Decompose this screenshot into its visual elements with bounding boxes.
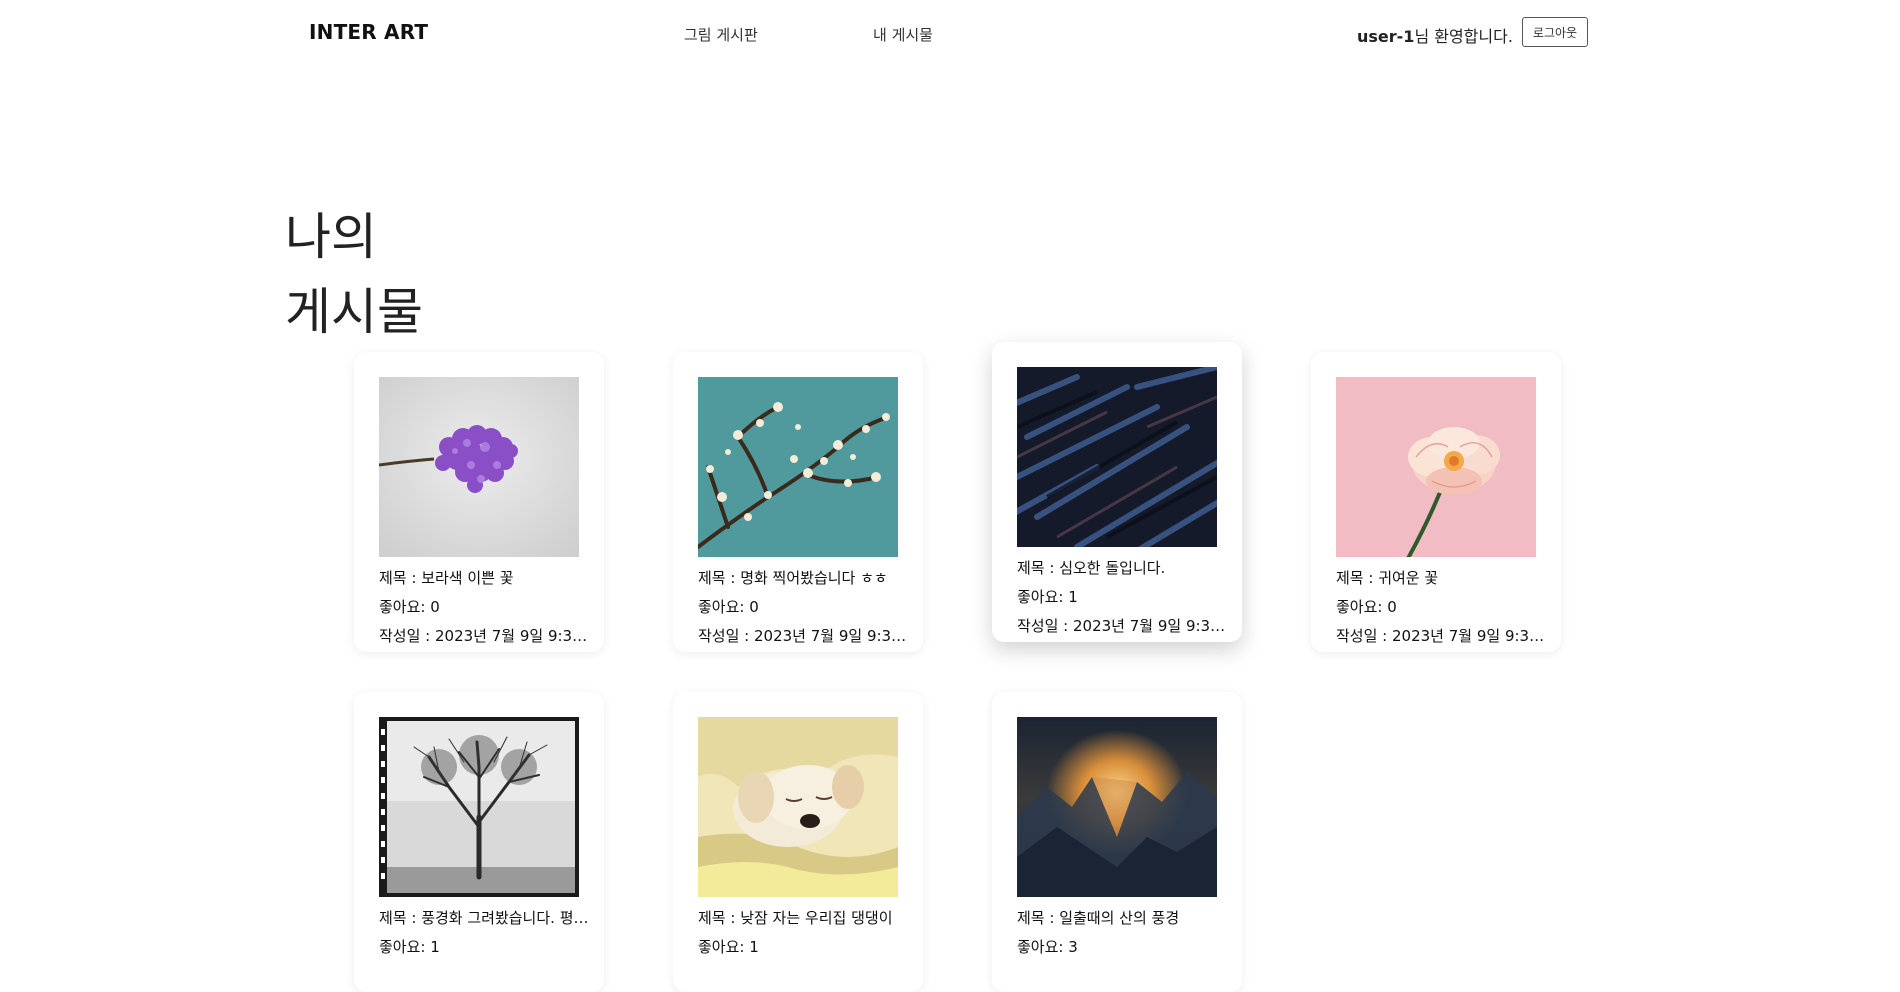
site-logo[interactable]: INTER ART <box>309 20 428 44</box>
post-title: 제목 : 풍경화 그려봤습니다. 평가 부탁드려요 <box>379 909 594 927</box>
post-info: 제목 : 귀여운 꽃 좋아요: 0 작성일 : 2023년 7월 9일 9:31… <box>1336 564 1551 651</box>
post-info: 제목 : 보라색 이쁜 꽃 좋아요: 0 작성일 : 2023년 7월 9일 9… <box>379 564 594 651</box>
post-date: 작성일 : 2023년 7월 9일 9:33 오후 <box>379 627 594 645</box>
post-info: 제목 : 심오한 돌입니다. 좋아요: 1 작성일 : 2023년 7월 9일 … <box>1017 554 1232 641</box>
post-likes: 좋아요: 1 <box>698 938 759 956</box>
post-card[interactable]: 제목 : 일출때의 산의 풍경 좋아요: 3 <box>992 692 1242 992</box>
post-likes: 좋아요: 0 <box>379 598 440 616</box>
post-card[interactable]: 제목 : 보라색 이쁜 꽃 좋아요: 0 작성일 : 2023년 7월 9일 9… <box>354 352 604 652</box>
post-title: 제목 : 심오한 돌입니다. <box>1017 559 1166 577</box>
post-thumbnail-pink-rose[interactable] <box>1336 377 1536 557</box>
post-thumbnail-purple-lilac[interactable] <box>379 377 579 557</box>
post-title: 제목 : 귀여운 꽃 <box>1336 569 1439 587</box>
post-date: 작성일 : 2023년 7월 9일 9:33 오후 <box>698 627 913 645</box>
post-likes: 좋아요: 1 <box>1017 588 1078 606</box>
nav-my-posts[interactable]: 내 게시물 <box>873 24 933 45</box>
post-card[interactable]: 제목 : 명화 찍어봤습니다 ㅎㅎ 좋아요: 0 작성일 : 2023년 7월 … <box>673 352 923 652</box>
welcome-suffix: 님 환영합니다. <box>1414 27 1513 46</box>
post-thumbnail-mountain-sunrise[interactable] <box>1017 717 1217 897</box>
post-card[interactable]: 제목 : 심오한 돌입니다. 좋아요: 1 작성일 : 2023년 7월 9일 … <box>992 342 1242 642</box>
nav-drawing-board[interactable]: 그림 게시판 <box>684 24 758 45</box>
welcome-message: user-1님 환영합니다. <box>1357 23 1513 47</box>
post-title: 제목 : 일출때의 산의 풍경 <box>1017 909 1180 927</box>
logout-button[interactable]: 로그아웃 <box>1522 17 1588 47</box>
post-card[interactable]: 제목 : 풍경화 그려봤습니다. 평가 부탁드려요 좋아요: 1 <box>354 692 604 992</box>
post-info: 제목 : 풍경화 그려봤습니다. 평가 부탁드려요 좋아요: 1 <box>379 904 594 962</box>
post-thumbnail-almond-blossom[interactable] <box>698 377 898 557</box>
post-likes: 좋아요: 1 <box>379 938 440 956</box>
post-info: 제목 : 일출때의 산의 풍경 좋아요: 3 <box>1017 904 1232 962</box>
post-thumbnail-sleeping-puppy[interactable] <box>698 717 898 897</box>
post-date: 작성일 : 2023년 7월 9일 9:31 오후 <box>1017 617 1232 635</box>
username: user-1 <box>1357 27 1415 46</box>
post-card[interactable]: 제목 : 귀여운 꽃 좋아요: 0 작성일 : 2023년 7월 9일 9:31… <box>1311 352 1561 652</box>
post-thumbnail-dark-rock[interactable] <box>1017 367 1217 547</box>
post-info: 제목 : 명화 찍어봤습니다 ㅎㅎ 좋아요: 0 작성일 : 2023년 7월 … <box>698 564 913 651</box>
post-thumbnail-bw-tree[interactable] <box>379 717 579 897</box>
post-info: 제목 : 낮잠 자는 우리집 댕댕이 좋아요: 1 <box>698 904 913 962</box>
post-likes: 좋아요: 0 <box>698 598 759 616</box>
post-date: 작성일 : 2023년 7월 9일 9:31 오후 <box>1336 627 1551 645</box>
top-header: INTER ART 그림 게시판 내 게시물 user-1님 환영합니다. 로그… <box>0 0 1900 66</box>
post-likes: 좋아요: 3 <box>1017 938 1078 956</box>
post-title: 제목 : 낮잠 자는 우리집 댕댕이 <box>698 909 893 927</box>
post-card[interactable]: 제목 : 낮잠 자는 우리집 댕댕이 좋아요: 1 <box>673 692 923 992</box>
post-title: 제목 : 명화 찍어봤습니다 ㅎㅎ <box>698 569 888 587</box>
post-likes: 좋아요: 0 <box>1336 598 1397 616</box>
page-title: 나의 게시물 <box>285 200 423 350</box>
page-title-line2: 게시물 <box>285 282 423 341</box>
post-title: 제목 : 보라색 이쁜 꽃 <box>379 569 514 587</box>
page-title-line1: 나의 <box>285 207 377 266</box>
